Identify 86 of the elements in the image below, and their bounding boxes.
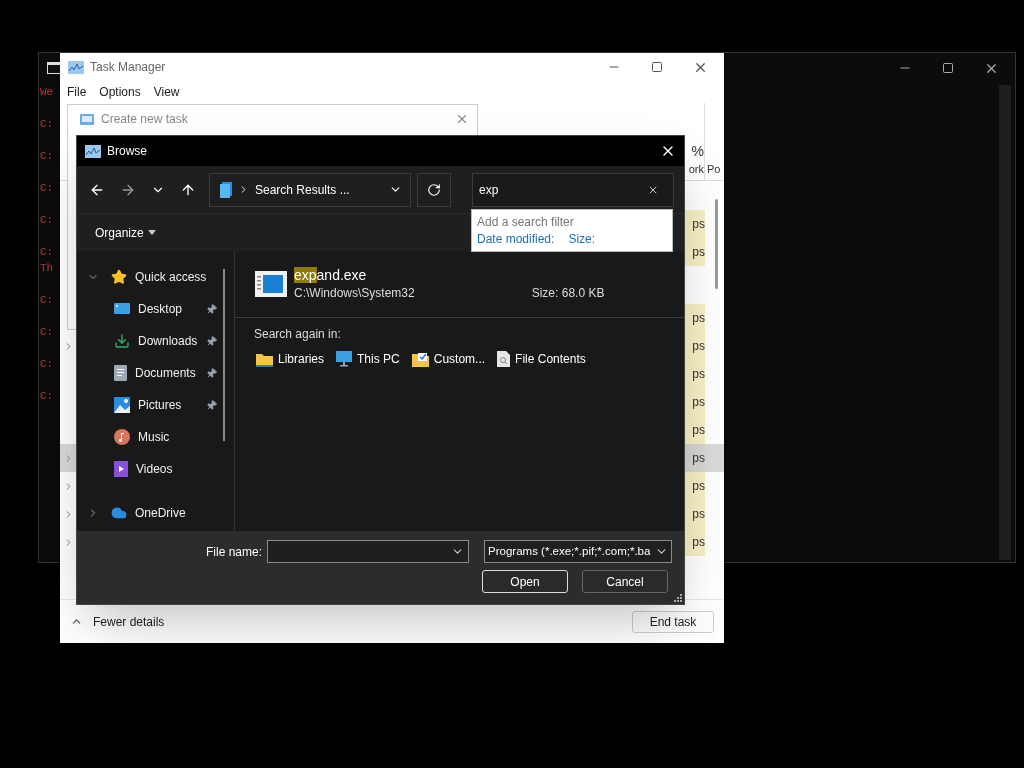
document-icon (114, 365, 127, 381)
table-cell[interactable]: ps (685, 528, 705, 556)
caret-icon (147, 230, 156, 235)
video-icon (114, 461, 128, 477)
table-cell[interactable]: ps (685, 360, 705, 388)
desktop-icon (114, 302, 130, 316)
open-button[interactable]: Open (482, 570, 568, 593)
stack-icon (220, 181, 232, 198)
menu-item[interactable]: Options (99, 83, 141, 101)
field-label: File name: (206, 543, 263, 561)
maximize-icon[interactable] (942, 62, 954, 74)
organize-button[interactable]: Organize (95, 223, 156, 242)
table-cell[interactable]: ps (685, 472, 705, 500)
console-text: C: (40, 357, 55, 372)
end-task-button[interactable]: End task (632, 610, 714, 633)
music-icon (114, 429, 130, 445)
address-bar[interactable]: Search Results ... (209, 172, 411, 207)
column-header[interactable]: % (685, 142, 704, 160)
console-text: Th (40, 261, 55, 276)
refresh-button[interactable] (417, 172, 451, 207)
scrollbar[interactable] (223, 269, 225, 441)
maximize-icon[interactable] (651, 61, 663, 73)
column-header[interactable]: Po (707, 160, 724, 178)
file-search-icon (497, 351, 511, 367)
window-title: Create new task (101, 111, 188, 128)
popup-heading: Add a search filter (477, 214, 575, 231)
window-title: Task Manager (90, 59, 166, 76)
application-icon (255, 271, 287, 297)
filter-link[interactable]: Date modified: (477, 231, 555, 248)
star-icon (111, 269, 127, 285)
console-text: C: (40, 181, 55, 196)
file-type-combo[interactable]: Programs (*.exe;*.pif;*.com;*.ba (484, 540, 673, 563)
console-text: C: (40, 117, 55, 132)
window-title: Browse (107, 143, 147, 160)
scrollbar[interactable] (715, 199, 718, 289)
search-location-link[interactable]: Libraries (278, 350, 325, 368)
download-icon (114, 333, 130, 349)
table-cell[interactable]: ps (685, 444, 705, 472)
window-icon (80, 113, 94, 125)
nav-item[interactable]: Downloads (138, 332, 198, 350)
search-location-link[interactable]: This PC (357, 350, 400, 368)
nav-item[interactable]: Quick access (135, 268, 207, 286)
cancel-button[interactable]: Cancel (582, 570, 668, 593)
chart-icon (85, 144, 101, 158)
nav-item[interactable]: Videos (136, 460, 173, 478)
nav-item[interactable]: Music (138, 428, 170, 446)
file-name-combo[interactable] (267, 540, 470, 563)
chart-icon (68, 60, 84, 74)
nav-item[interactable]: Desktop (138, 300, 183, 318)
console-text: We (40, 85, 55, 100)
search-location-link[interactable]: Custom... (433, 350, 486, 368)
console-text: C: (40, 389, 55, 404)
table-cell[interactable]: ps (685, 304, 705, 332)
cloud-icon (111, 505, 127, 521)
monitor-icon (336, 351, 353, 367)
menu-item[interactable]: View (153, 83, 180, 101)
file-name[interactable]: expand.exe (294, 266, 415, 284)
nav-item[interactable]: Pictures (138, 396, 182, 414)
search-location-link[interactable]: File Contents (515, 350, 586, 368)
search-field[interactable]: exp (472, 172, 674, 207)
filter-link[interactable]: Size: (568, 231, 596, 248)
file-size: Size: 68.0 KB (531, 285, 605, 302)
file-path: C:\Windows\System32 (294, 285, 415, 302)
console-text: C: (40, 245, 55, 260)
table-cell[interactable]: ps (685, 416, 705, 444)
column-header[interactable]: ork (685, 160, 704, 178)
section-label: Search again in: (254, 326, 342, 343)
menu-item[interactable]: File (67, 83, 87, 101)
console-icon (47, 62, 61, 74)
resize-grip-icon[interactable] (674, 594, 682, 602)
console-text: C: (40, 149, 55, 164)
table-cell[interactable]: ps (685, 332, 705, 360)
refresh-icon (427, 182, 441, 197)
nav-item[interactable]: OneDrive (135, 504, 186, 522)
table-cell[interactable]: ps (685, 210, 705, 238)
table-cell[interactable]: ps (685, 500, 705, 528)
table-cell[interactable]: ps (685, 238, 705, 266)
console-text: C: (40, 293, 55, 308)
folder-check-icon (411, 351, 429, 367)
fewer-details-link[interactable]: Fewer details (93, 612, 165, 631)
console-text: C: (40, 325, 55, 340)
console-text: C: (40, 213, 55, 228)
picture-icon (114, 397, 130, 413)
folder-icon (256, 351, 273, 367)
nav-item[interactable]: Documents (135, 364, 196, 382)
table-cell[interactable]: ps (685, 388, 705, 416)
